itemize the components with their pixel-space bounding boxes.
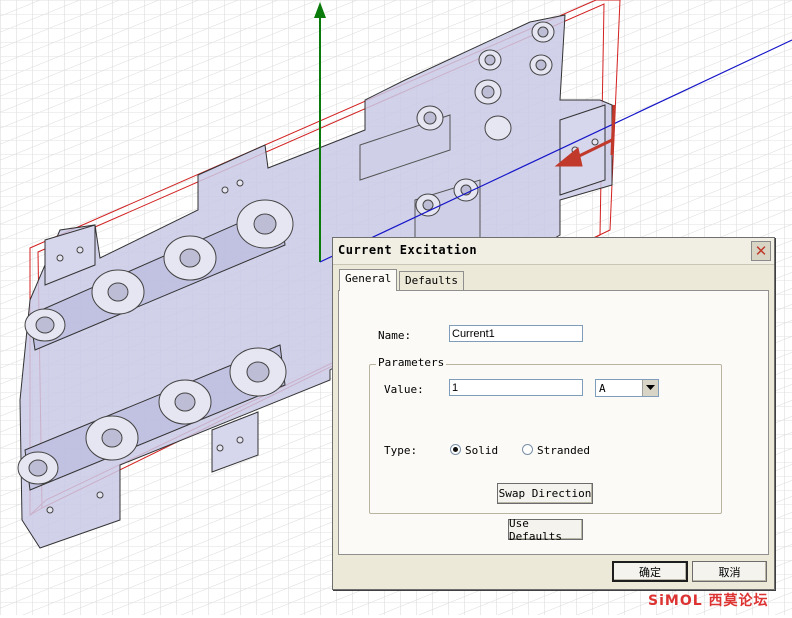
cancel-button[interactable]: 取消 bbox=[692, 561, 767, 582]
parameters-label: Parameters bbox=[376, 356, 447, 369]
unit-select[interactable]: A bbox=[595, 379, 659, 397]
tab-general[interactable]: General bbox=[339, 269, 398, 291]
dialog-title: Current Excitation bbox=[338, 243, 478, 257]
close-icon: ✕ bbox=[754, 241, 768, 260]
stranded-label[interactable]: Stranded bbox=[537, 444, 590, 457]
chevron-down-icon[interactable] bbox=[642, 380, 658, 396]
solid-radio[interactable] bbox=[450, 444, 461, 455]
watermark-logo: SiMOL 西莫论坛 bbox=[648, 593, 769, 609]
ok-button[interactable]: 确定 bbox=[612, 561, 688, 582]
type-label: Type: bbox=[384, 444, 418, 457]
value-label: Value: bbox=[384, 383, 424, 396]
close-button[interactable]: ✕ bbox=[751, 241, 771, 261]
unit-select-value: A bbox=[599, 382, 606, 395]
value-input[interactable] bbox=[449, 379, 583, 396]
swap-direction-button[interactable]: Swap Direction bbox=[497, 483, 593, 504]
general-tab-panel: Name: Parameters Value: A Type: Solid St… bbox=[338, 290, 769, 555]
stranded-radio[interactable] bbox=[522, 444, 533, 455]
use-defaults-button[interactable]: Use Defaults bbox=[508, 517, 583, 543]
current-excitation-dialog: Current Excitation ✕ General Defaults Na… bbox=[332, 237, 775, 590]
tab-defaults[interactable]: Defaults bbox=[399, 271, 464, 290]
name-input[interactable] bbox=[449, 325, 583, 342]
solid-label[interactable]: Solid bbox=[465, 444, 498, 457]
name-label: Name: bbox=[378, 329, 412, 342]
dialog-titlebar[interactable]: Current Excitation ✕ bbox=[333, 238, 774, 265]
